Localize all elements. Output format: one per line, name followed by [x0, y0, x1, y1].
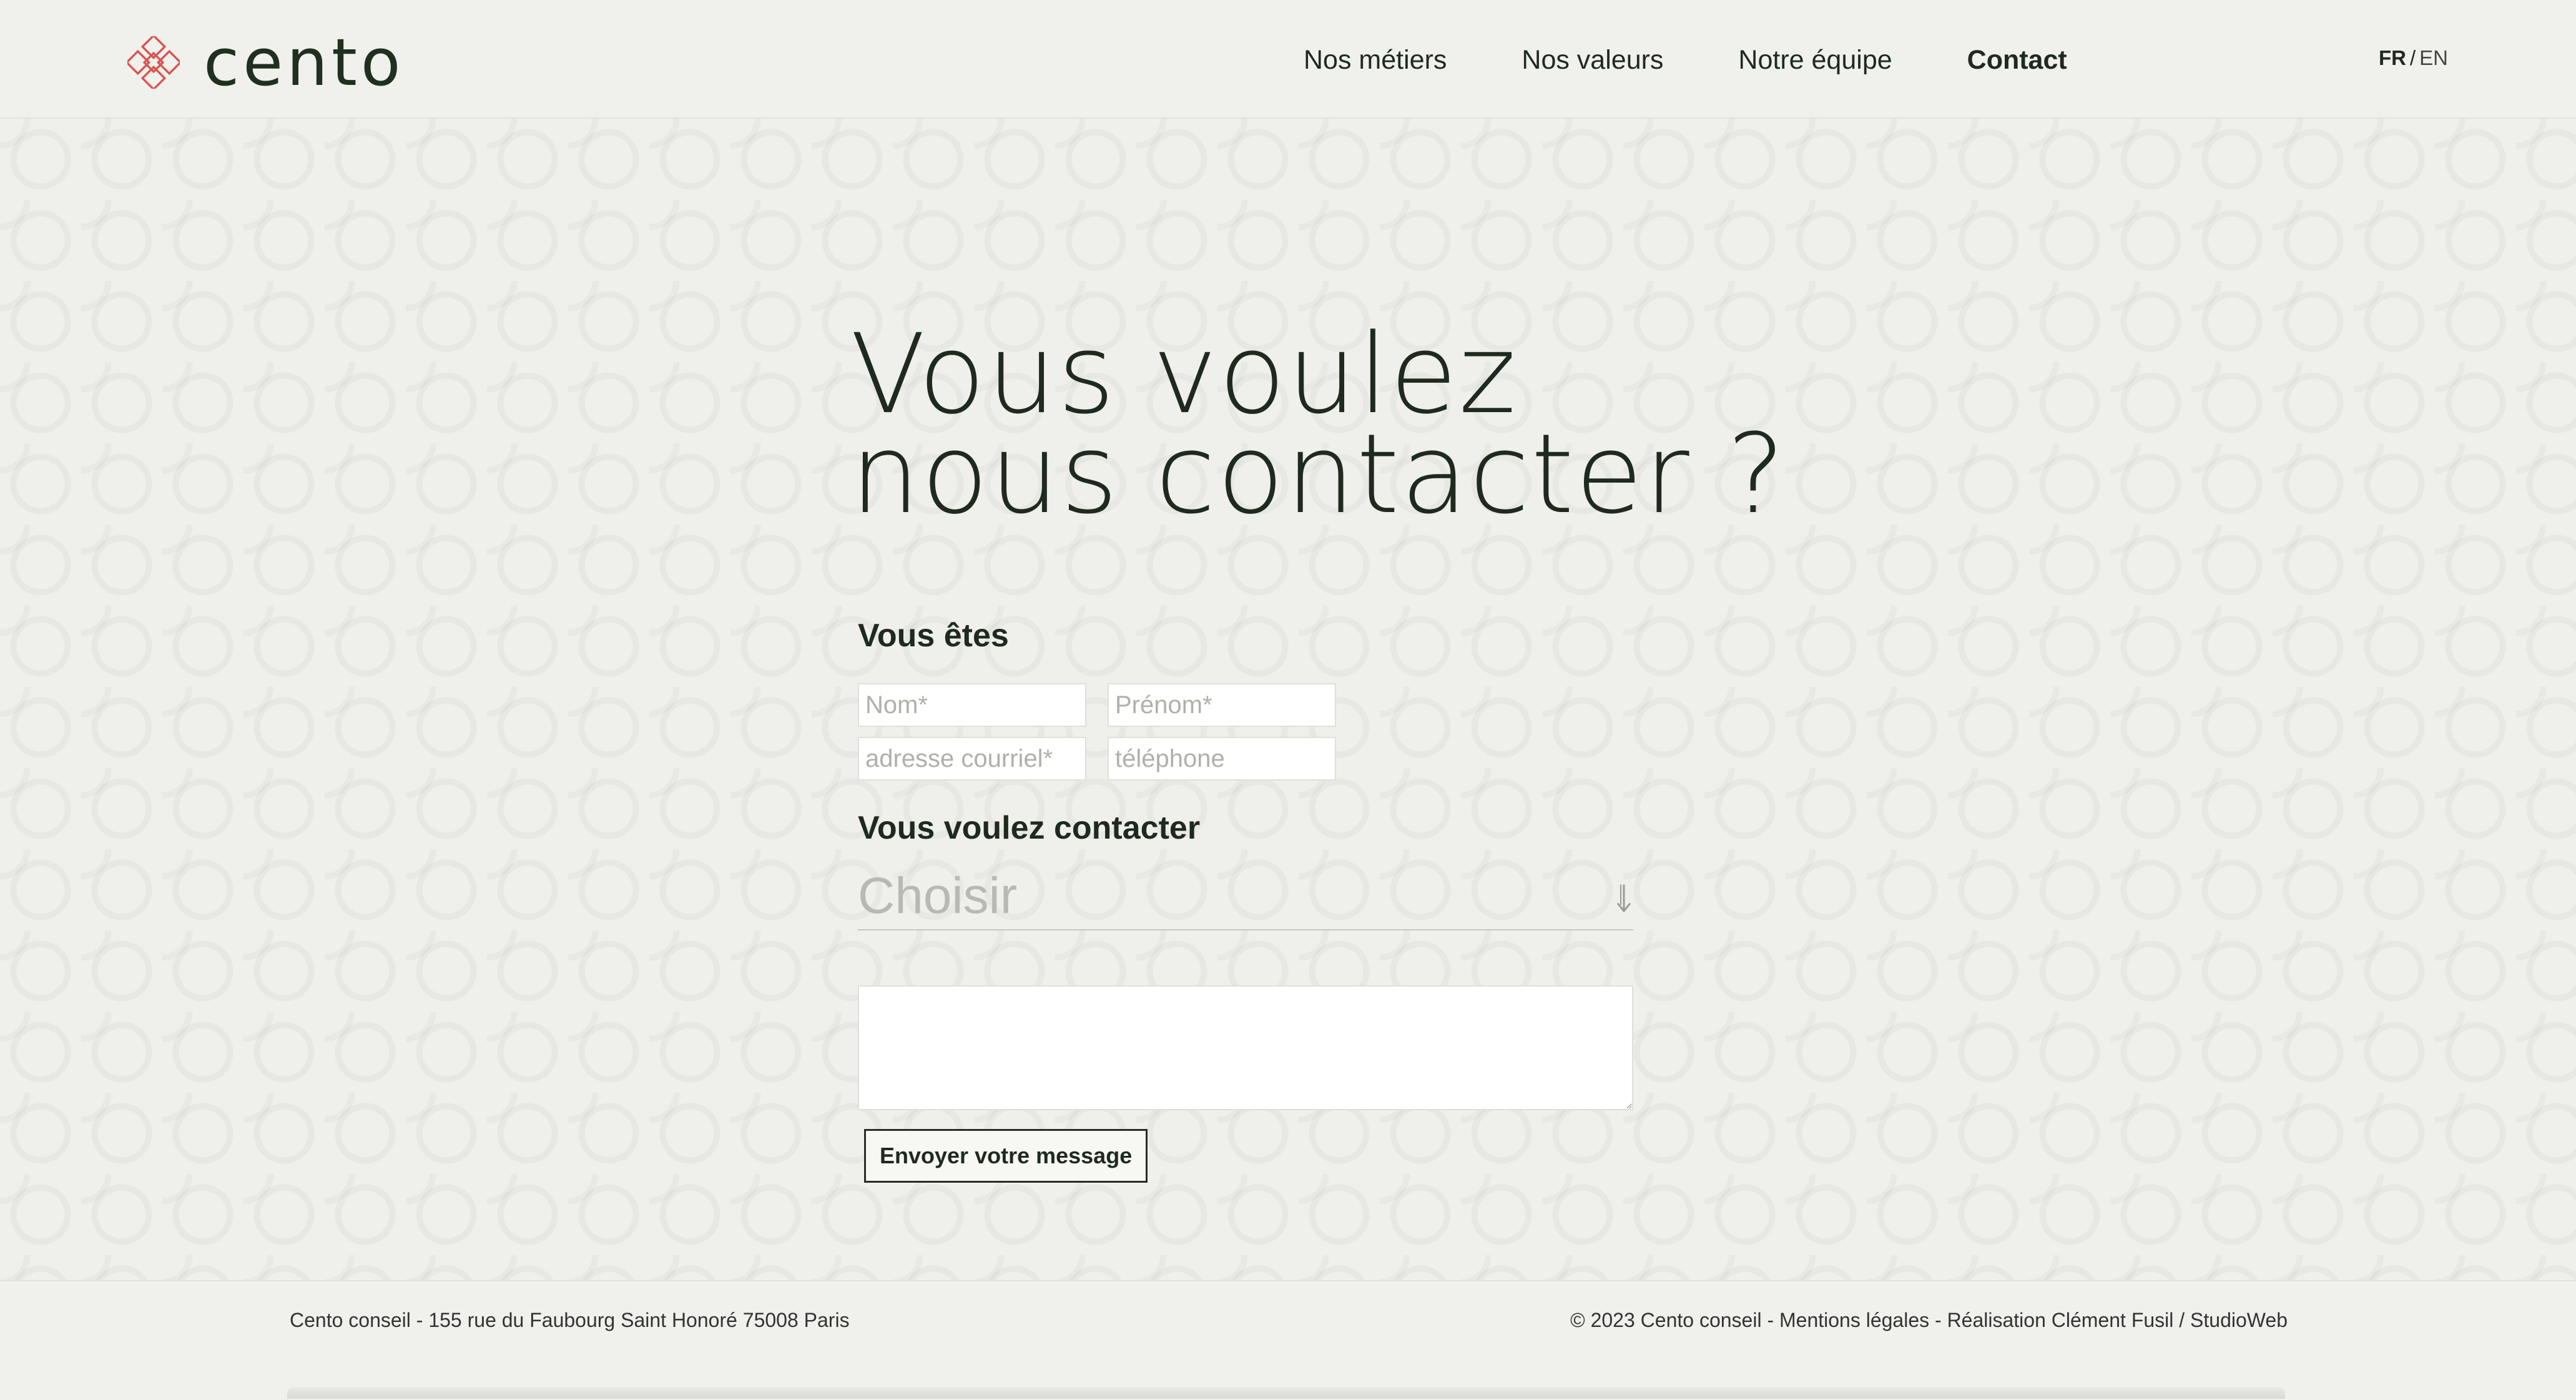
page-title-line-2: nous contacter ? — [850, 410, 1787, 538]
send-message-button[interactable]: Envoyer votre message — [864, 1129, 1148, 1183]
nom-input[interactable] — [858, 683, 1086, 727]
telephone-input[interactable] — [1108, 737, 1336, 781]
lang-separator: / — [2410, 46, 2416, 69]
site-footer: Cento conseil - 155 rue du Faubourg Sain… — [0, 1280, 2576, 1400]
home-logo-link[interactable]: cento — [127, 24, 405, 101]
cross-pattern-logo-icon — [127, 36, 180, 89]
lang-fr[interactable]: FR — [2379, 46, 2406, 69]
site-header: cento Nos métiers Nos valeurs Notre équi… — [0, 0, 2576, 119]
footer-legal[interactable]: © 2023 Cento conseil - Mentions légales … — [1570, 1309, 2288, 1332]
nav-item-valeurs[interactable]: Nos valeurs — [1522, 41, 1663, 79]
nav-item-metiers[interactable]: Nos métiers — [1304, 41, 1447, 79]
footer-address: Cento conseil - 155 rue du Faubourg Sain… — [290, 1309, 850, 1331]
page-title-line-1: Vous voulez — [850, 310, 1518, 438]
arrow-down-icon — [1616, 884, 1631, 913]
main-nav: Nos métiers Nos valeurs Notre équipe Con… — [1304, 41, 2142, 79]
nav-item-equipe[interactable]: Notre équipe — [1738, 41, 1892, 79]
lang-en[interactable]: EN — [2419, 46, 2448, 69]
email-input[interactable] — [858, 737, 1086, 781]
prenom-input[interactable] — [1108, 683, 1336, 727]
section-title-vous-voulez-contacter: Vous voulez contacter — [858, 810, 1201, 846]
select-value: Choisir — [858, 867, 1018, 924]
nav-item-contact[interactable]: Contact — [1967, 41, 2067, 79]
bottom-shadow-bar — [287, 1388, 2285, 1399]
message-textarea[interactable] — [858, 985, 1633, 1110]
brand-name: cento — [204, 24, 405, 101]
section-title-vous-etes: Vous êtes — [858, 618, 1009, 654]
recipient-select[interactable]: Choisir — [858, 862, 1633, 930]
page-title: Vous voulez nous contacter ? — [850, 310, 1787, 538]
language-switcher: FR / EN — [2379, 46, 2448, 70]
